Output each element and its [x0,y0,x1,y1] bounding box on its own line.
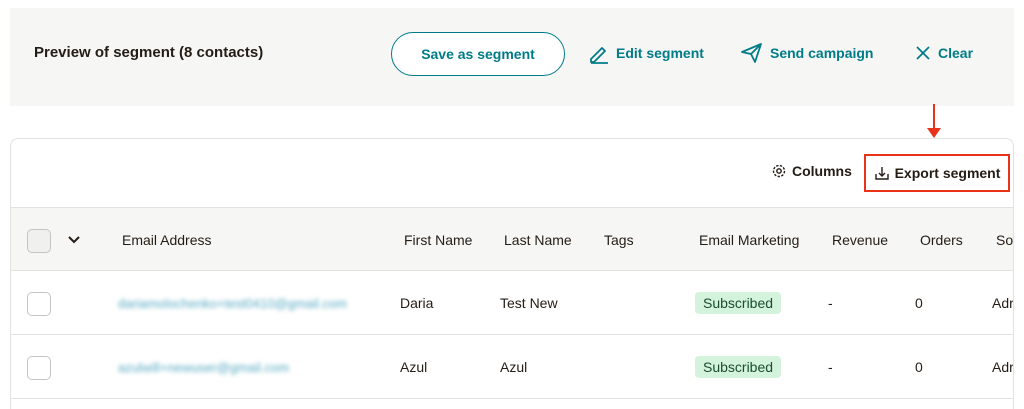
last-name-cell: Test New [500,295,558,311]
table-toolbar: Columns Export segment [11,139,1013,207]
segment-preview-bar: Preview of segment (8 contacts) Save as … [10,8,1014,106]
orders-cell: 0 [915,359,923,375]
gear-icon [772,164,786,178]
contacts-table-card: Columns Export segment Email Address Fir… [10,138,1014,409]
clear-button[interactable]: Clear [914,41,973,65]
email-link[interactable]: azulwill+newuser@gmail.com [118,335,289,399]
table-header-row: Email Address First Name Last Name Tags … [11,207,1013,271]
export-segment-button[interactable]: Export segment [864,154,1010,192]
last-name-cell: Azul [500,359,528,375]
chevron-down-icon[interactable] [67,233,81,247]
email-marketing-cell: Subscribed [695,271,782,335]
clear-label: Clear [938,45,974,61]
column-header-first-name[interactable]: First Name [404,208,472,272]
edit-segment-label: Edit segment [616,45,704,61]
source-cell: Adr [992,359,1014,375]
email-marketing-cell: Subscribed [695,335,782,399]
column-header-revenue[interactable]: Revenue [832,208,888,272]
columns-button[interactable]: Columns [771,163,852,179]
send-campaign-button[interactable]: Send campaign [740,41,873,65]
row-checkbox[interactable] [27,292,51,316]
send-campaign-label: Send campaign [770,45,874,61]
first-name-cell: Azul [400,359,428,375]
column-header-last-name[interactable]: Last Name [504,208,572,272]
column-header-tags[interactable]: Tags [604,208,634,272]
close-icon [916,46,930,60]
column-header-orders[interactable]: Orders [920,208,963,272]
status-badge: Subscribed [695,356,782,378]
source-cell: Adr [992,295,1014,311]
paper-plane-icon [741,43,762,63]
download-icon [874,167,889,180]
email-link[interactable]: dariamolochenko+test0410@gmail.com [118,271,347,335]
column-header-source[interactable]: So [996,208,1013,272]
save-as-segment-button[interactable]: Save as segment [391,32,565,76]
select-all-checkbox[interactable] [27,229,51,253]
status-badge: Subscribed [695,292,782,314]
annotation-arrow-head [927,128,941,138]
row-checkbox[interactable] [27,356,51,380]
column-header-email[interactable]: Email Address [122,208,211,272]
preview-title: Preview of segment (8 contacts) [34,44,264,61]
edit-segment-button[interactable]: Edit segment [588,41,704,65]
table-row[interactable]: dariamolochenko+test0410@gmail.com Daria… [11,271,1013,335]
table-row[interactable]: azulwill+newuser@gmail.com Azul Azul Sub… [11,335,1013,399]
revenue-cell: - [828,359,833,375]
orders-cell: 0 [915,295,923,311]
columns-label: Columns [792,163,852,179]
pencil-icon [590,47,608,64]
column-header-email-marketing[interactable]: Email Marketing [699,208,799,272]
revenue-cell: - [828,295,833,311]
export-segment-label: Export segment [894,165,1001,181]
first-name-cell: Daria [400,295,434,311]
